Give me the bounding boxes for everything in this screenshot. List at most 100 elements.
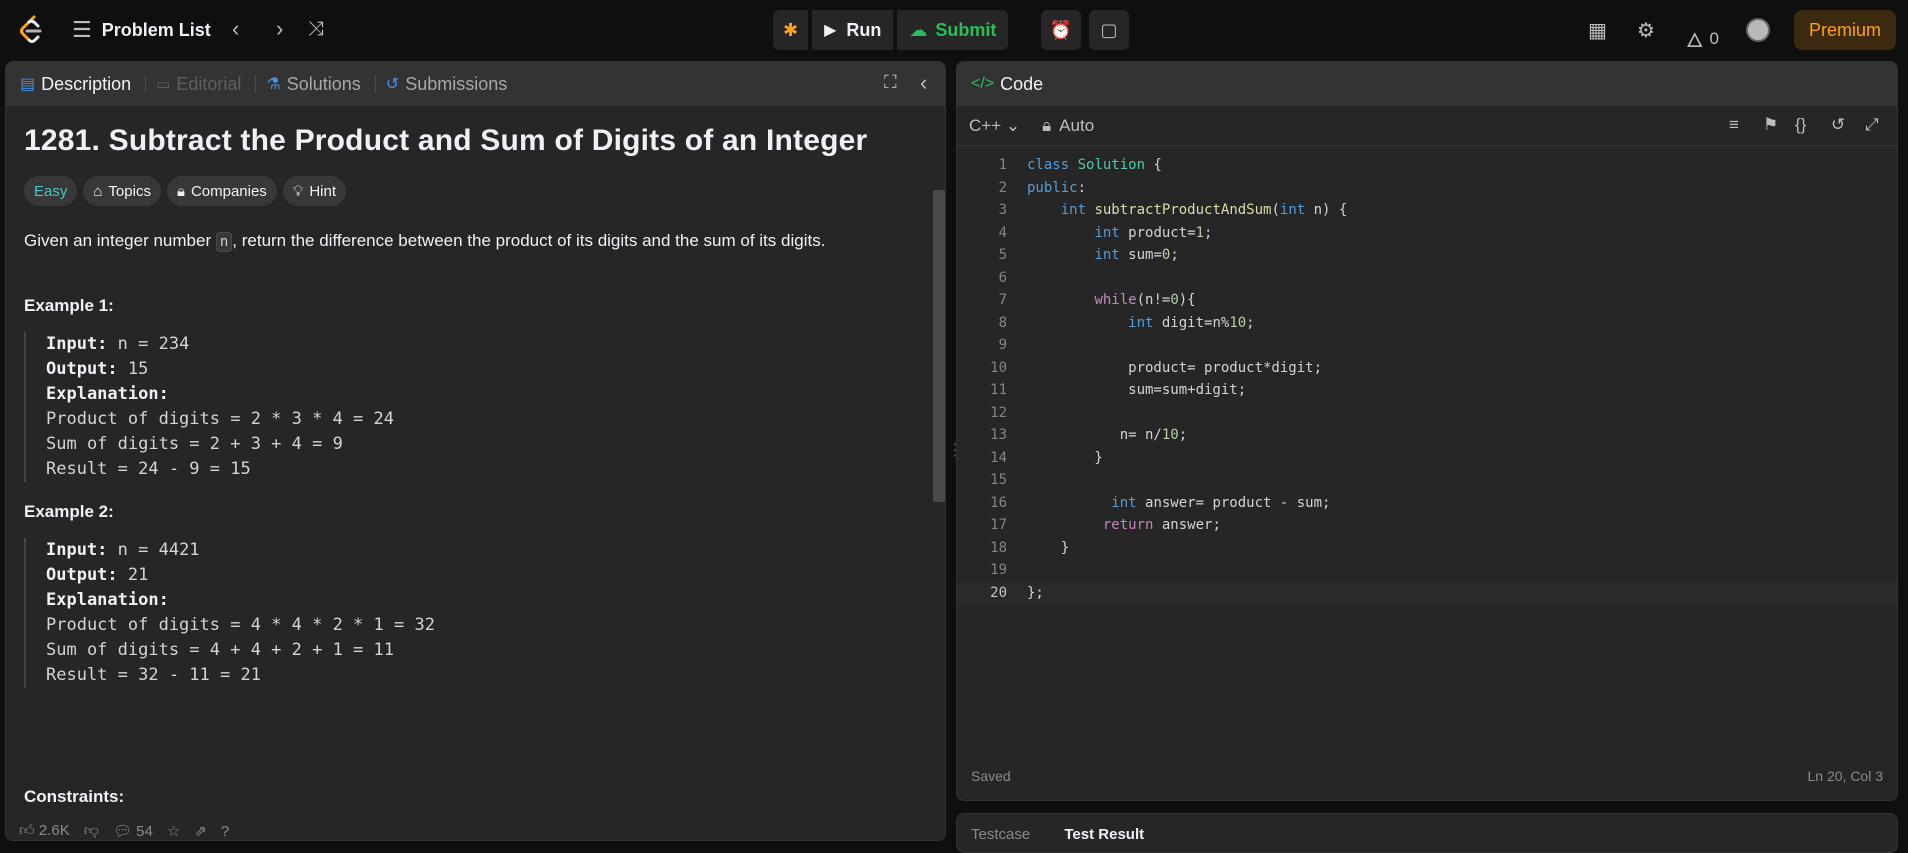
- language-select[interactable]: C++ ⌄: [969, 116, 1020, 136]
- play-icon: ▶: [824, 22, 837, 39]
- ex2-output-label: Output:: [46, 565, 118, 585]
- next-problem-icon[interactable]: ›: [276, 16, 283, 42]
- fullscreen-icon[interactable]: ⛶: [884, 72, 897, 93]
- collapse-icon[interactable]: ‹: [920, 70, 927, 96]
- tab-solutions-label: Solutions: [286, 73, 361, 94]
- description-tabs: ▤ Description ▭ Editorial ⚗ Solutions ↺ …: [6, 62, 945, 106]
- notes-button[interactable]: ▢: [1089, 10, 1129, 50]
- problem-list-link[interactable]: ☰ Problem List: [72, 17, 211, 43]
- note-icon: ▢: [1100, 19, 1118, 40]
- code-icon: </>: [971, 75, 995, 92]
- code-line: 18 }: [990, 539, 1070, 556]
- expand-icon[interactable]: ⤢: [1865, 115, 1879, 135]
- mode-label[interactable]: Auto: [1059, 116, 1094, 136]
- code-header: </> Code: [957, 62, 1897, 106]
- tab-divider: [374, 75, 376, 93]
- like-count: 2.6K: [38, 822, 70, 839]
- streak-count: 0: [1709, 28, 1719, 48]
- lock-icon: 🔒︎: [1042, 115, 1052, 135]
- difficulty-label: Easy: [34, 182, 68, 200]
- code-editor[interactable]: 1 class Solution { 2 public: 3 int subtrac…: [957, 146, 1897, 751]
- run-submit-group: ✱ ▶ Run ☁ Submit: [773, 10, 1009, 50]
- ex2-input: n = 4421: [107, 540, 200, 560]
- alarm-clock-icon: ⏰: [1049, 19, 1073, 40]
- ex1-explanation-label: Explanation:: [46, 384, 169, 404]
- format-icon[interactable]: ≡: [1729, 115, 1739, 135]
- topics-tag[interactable]: ⌂ Topics: [83, 176, 161, 206]
- tab-test-result[interactable]: Test Result: [1064, 826, 1144, 843]
- document-icon: ▤: [20, 76, 36, 93]
- submit-label: Submit: [935, 19, 997, 40]
- premium-button[interactable]: Premium: [1794, 10, 1896, 50]
- hint-tag[interactable]: 💡︎ Hint: [282, 176, 347, 206]
- ex1-input-label: Input:: [46, 334, 108, 354]
- ex1-line: Sum of digits = 2 + 3 + 4 = 9: [46, 434, 343, 454]
- comment-count: 54: [136, 823, 153, 840]
- streak-counter[interactable]: 🜂 0: [1686, 18, 1719, 59]
- chevron-down-icon: ⌄: [1005, 115, 1021, 135]
- submit-button[interactable]: ☁ Submit: [897, 10, 1009, 50]
- code-line: 9: [998, 337, 1007, 353]
- avatar[interactable]: [1746, 18, 1770, 42]
- companies-tag[interactable]: 🔒︎ Companies: [166, 176, 277, 206]
- tab-editorial[interactable]: ▭ Editorial: [156, 74, 241, 95]
- statement-pre: Given an integer number: [24, 231, 216, 250]
- tag-icon: ⌂: [93, 182, 103, 200]
- reset-icon[interactable]: ↺: [1831, 115, 1845, 135]
- comments-button[interactable]: 💬︎ 54: [113, 822, 153, 840]
- tab-testcase[interactable]: Testcase: [971, 826, 1030, 843]
- history-icon: ↺: [385, 76, 400, 93]
- problem-tags: Easy ⌂ Topics 🔒︎ Companies 💡︎ Hint: [24, 176, 927, 206]
- difficulty-badge: Easy: [24, 176, 78, 206]
- share-icon[interactable]: ⇗: [194, 822, 207, 840]
- bookmark-icon[interactable]: ⚑: [1763, 115, 1778, 135]
- tab-submissions[interactable]: ↺ Submissions: [386, 74, 507, 95]
- prev-problem-icon[interactable]: ‹: [232, 16, 239, 42]
- code-line: 4 int product=1;: [998, 224, 1213, 241]
- cloud-upload-icon: ☁: [909, 19, 928, 40]
- star-icon[interactable]: ☆: [167, 822, 180, 840]
- fire-icon: 🜂: [1686, 30, 1704, 52]
- ex2-output: 21: [117, 565, 149, 585]
- code-line: 8 int digit=n%10;: [998, 314, 1255, 331]
- code-line: 6: [998, 269, 1007, 286]
- debug-button[interactable]: ✱: [773, 10, 809, 50]
- code-line: 14 }: [990, 449, 1103, 466]
- top-nav: ☰ Problem List ‹ › ⤨ ✱ ▶ Run ☁ Submit ⏰ …: [0, 0, 1908, 60]
- code-line: 1 class Solution {: [998, 157, 1162, 173]
- list-icon: ☰: [72, 17, 92, 42]
- leetcode-logo[interactable]: [16, 14, 46, 46]
- book-icon: ▭: [156, 76, 171, 93]
- layout-icon[interactable]: ▦: [1588, 18, 1607, 43]
- ex1-line: Result = 24 - 9 = 15: [46, 459, 251, 479]
- code-title: Code: [1000, 73, 1044, 94]
- tab-submissions-label: Submissions: [405, 73, 508, 94]
- testcase-panel: Testcase Test Result: [956, 813, 1898, 853]
- editor-toolbar: C++ ⌄ 🔒︎ Auto ≡ ⚑ {} ↺ ⤢: [957, 106, 1897, 146]
- code-line: 7 while(n!=0){: [998, 292, 1196, 308]
- tab-description[interactable]: ▤ Description: [20, 74, 131, 95]
- help-icon[interactable]: ?: [221, 823, 229, 840]
- topics-label: Topics: [108, 182, 151, 200]
- code-panel: </> Code C++ ⌄ 🔒︎ Auto ≡ ⚑ {} ↺ ⤢ 1 class…: [956, 61, 1898, 801]
- dislike-icon[interactable]: 👎︎: [84, 822, 99, 840]
- scrollbar-thumb[interactable]: [933, 190, 945, 502]
- problem-title: 1281. Subtract the Product and Sum of Di…: [24, 124, 868, 157]
- hint-label: Hint: [309, 182, 337, 200]
- code-line: 17 return answer;: [990, 517, 1221, 533]
- ex2-line: Product of digits = 4 * 4 * 2 * 1 = 32: [46, 615, 435, 635]
- tab-solutions[interactable]: ⚗ Solutions: [266, 74, 360, 95]
- panel-resize-handle[interactable]: ⋮: [947, 440, 963, 470]
- shuffle-icon[interactable]: ⤨: [308, 18, 324, 41]
- statement-post: , return the difference between the prod…: [232, 231, 826, 250]
- code-line: 16 int answer= product - sum;: [990, 494, 1331, 511]
- timer-button[interactable]: ⏰: [1041, 10, 1081, 50]
- flask-icon: ⚗: [266, 76, 281, 93]
- braces-icon[interactable]: {}: [1795, 115, 1806, 135]
- ex2-line: Sum of digits = 4 + 4 + 2 + 1 = 11: [46, 640, 394, 660]
- code-line: 13 n= n/10;: [990, 427, 1188, 443]
- like-button[interactable]: 👍︎ 2.6K: [19, 822, 70, 840]
- statement-code: n: [215, 232, 233, 252]
- gear-icon[interactable]: ⚙: [1637, 18, 1655, 43]
- run-button[interactable]: ▶ Run: [812, 10, 894, 50]
